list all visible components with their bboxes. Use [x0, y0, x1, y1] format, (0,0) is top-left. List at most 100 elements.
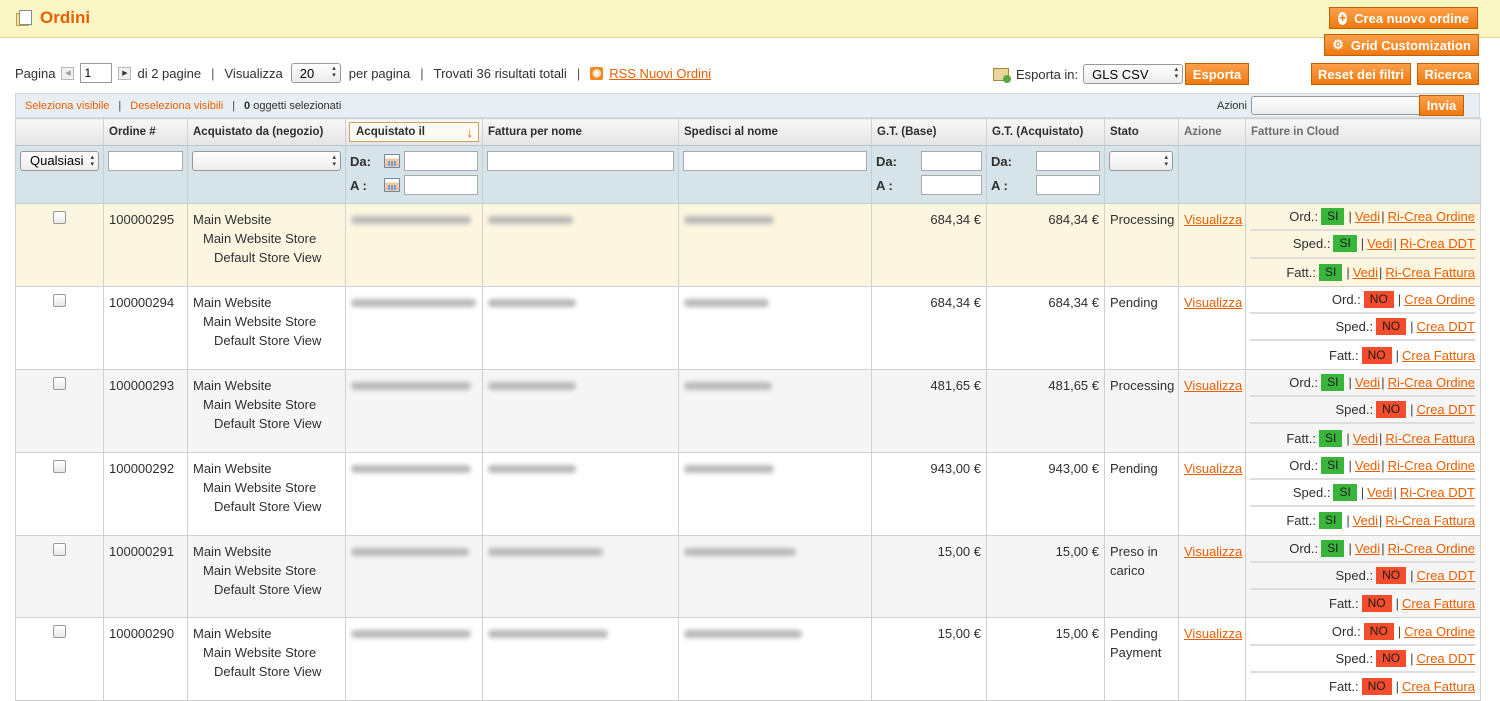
export-format-select[interactable]: GLS CSV — [1083, 64, 1184, 84]
column-header-gt-purchased[interactable]: G.T. (Acquistato) — [986, 118, 1105, 146]
view-order-link[interactable]: Visualizza — [1184, 461, 1242, 476]
cloud-sped-create-link[interactable]: Crea DDT — [1416, 317, 1475, 336]
cloud-sped-recreate-link[interactable]: Ri-Crea DDT — [1400, 234, 1475, 253]
store-view: Default Store View — [214, 250, 322, 265]
ship-to-filter[interactable] — [683, 151, 867, 171]
view-order-link[interactable]: Visualizza — [1184, 295, 1242, 310]
cloud-ord-create-link[interactable]: Crea Ordine — [1404, 290, 1475, 309]
order-number-filter[interactable] — [108, 151, 183, 171]
rss-link[interactable]: RSS Nuovi Ordini — [609, 66, 711, 81]
cloud-ord-view-link[interactable]: Vedi — [1355, 539, 1380, 558]
row-checkbox[interactable] — [53, 542, 66, 556]
store-filter[interactable] — [192, 151, 341, 171]
calendar-icon[interactable] — [384, 154, 400, 168]
redacted-text — [351, 381, 471, 390]
row-checkbox[interactable] — [53, 625, 66, 639]
row-checkbox[interactable] — [53, 459, 66, 473]
to-label: A : — [350, 177, 367, 193]
purchased-from-input[interactable] — [404, 151, 478, 171]
bill-to-filter[interactable] — [487, 151, 674, 171]
table-row[interactable]: 100000290 Main Website Main Website Store D… — [15, 617, 1481, 701]
cloud-fatt-view-link[interactable]: Vedi — [1353, 429, 1378, 448]
column-header-purchased-on[interactable]: Acquistato il ↓ — [345, 118, 483, 146]
cloud-ord-label: Ord.: — [1289, 374, 1319, 390]
cloud-fatt-recreate-link[interactable]: Ri-Crea Fattura — [1385, 511, 1475, 530]
cloud-fatt-create-link[interactable]: Crea Fattura — [1402, 594, 1475, 613]
select-filter[interactable]: Qualsiasi — [20, 151, 99, 171]
rss-icon: ◉ — [590, 66, 604, 80]
cloud-ord-recreate-link[interactable]: Ri-Crea Ordine — [1388, 373, 1475, 392]
column-header-status[interactable]: Stato — [1104, 118, 1179, 146]
column-header-order-number[interactable]: Ordine # — [103, 118, 188, 146]
cloud-fatt-line: Fatt.: SI | Vedi | Ri-Crea Fattura — [1286, 429, 1475, 448]
reset-filters-button[interactable]: Reset dei filtri — [1311, 63, 1411, 85]
cloud-sped-line: Sped.: SI | Vedi | Ri-Crea DDT — [1250, 231, 1475, 259]
cloud-ord-view-link[interactable]: Vedi — [1355, 373, 1380, 392]
view-order-link[interactable]: Visualizza — [1184, 626, 1242, 641]
calendar-icon[interactable] — [384, 178, 400, 192]
view-order-link[interactable]: Visualizza — [1184, 378, 1242, 393]
row-checkbox[interactable] — [53, 293, 66, 307]
redacted-text — [488, 298, 576, 307]
table-row[interactable]: 100000292 Main Website Main Website Store D… — [15, 451, 1481, 536]
cloud-ord-label: Ord.: — [1331, 292, 1361, 308]
cloud-ord-create-link[interactable]: Crea Ordine — [1404, 622, 1475, 641]
column-header-store[interactable]: Acquistato da (negozio) — [187, 118, 346, 146]
previous-page-button[interactable]: ◀ — [61, 66, 75, 80]
purchased-to-input[interactable] — [404, 175, 478, 195]
table-row[interactable]: 100000295 Main Website Main Website Store D… — [15, 203, 1481, 287]
redacted-text — [684, 298, 769, 307]
per-page-value: 20 — [299, 65, 315, 81]
cloud-fatt-recreate-link[interactable]: Ri-Crea Fattura — [1385, 263, 1475, 282]
row-checkbox[interactable] — [53, 211, 66, 224]
column-header-bill-to[interactable]: Fattura per nome — [482, 118, 679, 146]
cloud-sped-recreate-link[interactable]: Ri-Crea DDT — [1400, 483, 1475, 502]
gt-purchased-to-input[interactable] — [1036, 175, 1100, 195]
cloud-sped-create-link[interactable]: Crea DDT — [1416, 566, 1475, 585]
cloud-fatt-status-badge: NO — [1361, 678, 1392, 696]
page-number-input[interactable] — [80, 63, 113, 83]
table-row[interactable]: 100000293 Main Website Main Website Store D… — [15, 368, 1481, 453]
export-button[interactable]: Esporta — [1185, 63, 1249, 85]
row-checkbox[interactable] — [53, 376, 66, 390]
view-order-link[interactable]: Visualizza — [1184, 544, 1242, 559]
cloud-fatt-view-link[interactable]: Vedi — [1353, 511, 1378, 530]
cloud-fatt-view-link[interactable]: Vedi — [1353, 263, 1378, 282]
gt-purchased: 943,00 € — [986, 451, 1105, 536]
deselect-visible-link[interactable]: Deseleziona visibili — [130, 100, 223, 112]
per-page-select[interactable]: 20 — [290, 63, 341, 83]
cloud-sped-view-link[interactable]: Vedi — [1367, 483, 1392, 502]
cloud-fatt-recreate-link[interactable]: Ri-Crea Fattura — [1385, 429, 1475, 448]
cloud-ord-recreate-link[interactable]: Ri-Crea Ordine — [1388, 456, 1475, 475]
cloud-sped-view-link[interactable]: Vedi — [1367, 234, 1392, 253]
submit-button[interactable]: Invia — [1419, 95, 1464, 116]
gt-base-to-input[interactable] — [921, 175, 982, 195]
column-header-gt-base[interactable]: G.T. (Base) — [871, 118, 987, 146]
search-button[interactable]: Ricerca — [1417, 63, 1479, 85]
cloud-fatt-create-link[interactable]: Crea Fattura — [1402, 346, 1475, 365]
cloud-fatt-line: Fatt.: SI | Vedi | Ri-Crea Fattura — [1286, 511, 1475, 530]
next-page-button[interactable]: ▶ — [118, 66, 132, 80]
cloud-sped-create-link[interactable]: Crea DDT — [1416, 649, 1475, 668]
cloud-ord-recreate-link[interactable]: Ri-Crea Ordine — [1388, 207, 1475, 226]
cloud-fatt-line: Fatt.: SI | Vedi | Ri-Crea Fattura — [1286, 263, 1475, 282]
redacted-text — [351, 547, 469, 556]
redacted-text — [488, 381, 576, 390]
cloud-sped-create-link[interactable]: Crea DDT — [1416, 400, 1475, 419]
massaction-bar: Seleziona visibile | Deseleziona visibil… — [15, 93, 1480, 118]
gt-purchased-from-input[interactable] — [1036, 151, 1100, 171]
from-label: Da: — [876, 153, 897, 169]
create-order-button[interactable]: + Crea nuovo ordine — [1329, 7, 1478, 29]
status-filter[interactable] — [1109, 151, 1173, 171]
table-row[interactable]: 100000291 Main Website Main Website Store D… — [15, 534, 1481, 619]
select-visible-link[interactable]: Seleziona visibile — [25, 100, 109, 112]
gt-base-from-input[interactable] — [921, 151, 982, 171]
table-row[interactable]: 100000294 Main Website Main Website Store D… — [15, 285, 1481, 370]
grid-customization-button[interactable]: ⚙ Grid Customization — [1324, 34, 1479, 56]
cloud-ord-view-link[interactable]: Vedi — [1355, 207, 1380, 226]
column-header-ship-to[interactable]: Spedisci al nome — [678, 118, 872, 146]
cloud-ord-view-link[interactable]: Vedi — [1355, 456, 1380, 475]
cloud-fatt-create-link[interactable]: Crea Fattura — [1402, 677, 1475, 696]
view-order-link[interactable]: Visualizza — [1184, 212, 1242, 227]
cloud-ord-recreate-link[interactable]: Ri-Crea Ordine — [1388, 539, 1475, 558]
